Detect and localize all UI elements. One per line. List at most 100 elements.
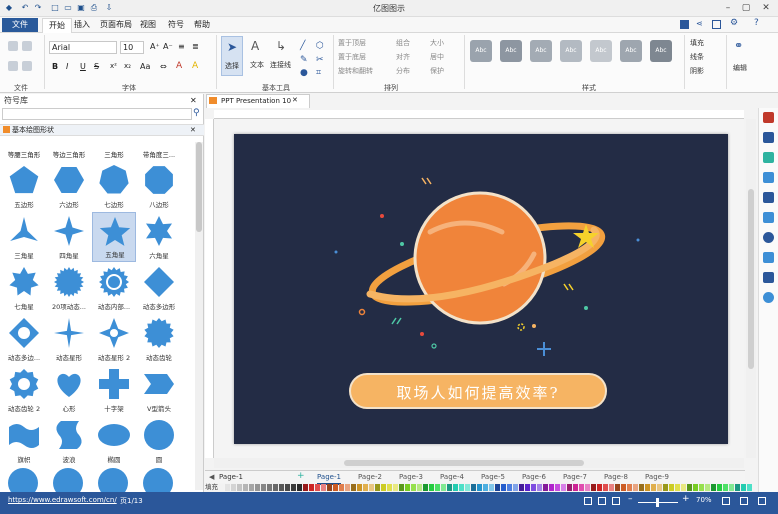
shape-item[interactable]: 动态多边... — [2, 314, 46, 364]
color-swatch[interactable] — [483, 484, 488, 491]
color-swatch[interactable] — [351, 484, 356, 491]
tab-symbols[interactable]: 符号 — [162, 18, 190, 33]
crop-icon[interactable]: ⌗ — [316, 68, 321, 78]
shape-item[interactable]: 20项动态... — [47, 263, 91, 313]
color-swatch[interactable] — [729, 484, 734, 491]
canvas-horizontal-scrollbar[interactable] — [214, 458, 744, 468]
shape-item[interactable]: 六边形 — [47, 161, 91, 211]
minimize-icon[interactable]: – — [722, 2, 734, 14]
text-case-icon[interactable]: Aa — [140, 62, 150, 71]
zoom-in-icon[interactable]: + — [682, 494, 690, 504]
strikethrough-icon[interactable]: S — [94, 62, 99, 71]
bold-icon[interactable]: B — [52, 62, 58, 71]
color-swatch[interactable] — [453, 484, 458, 491]
color-swatch[interactable] — [735, 484, 740, 491]
full-screen-icon[interactable] — [612, 497, 620, 505]
style-preset-button[interactable]: Abc — [620, 40, 642, 62]
color-swatch[interactable] — [243, 484, 248, 491]
tab-page-layout[interactable]: 页面布局 — [94, 18, 138, 33]
color-swatch[interactable] — [651, 484, 656, 491]
list-panel-icon[interactable] — [763, 212, 774, 223]
style-preset-button[interactable]: Abc — [470, 40, 492, 62]
shape-item[interactable]: 七边形 — [92, 161, 136, 211]
shape-label[interactable]: 三角形 — [92, 149, 136, 159]
color-swatch[interactable] — [267, 484, 272, 491]
color-swatch[interactable] — [669, 484, 674, 491]
color-swatch[interactable] — [249, 484, 254, 491]
distribute-button[interactable]: 分布 — [396, 66, 410, 76]
library-search-input[interactable] — [2, 108, 192, 120]
style-preset-button[interactable]: Abc — [650, 40, 672, 62]
layer-icon[interactable] — [763, 132, 774, 143]
color-swatch[interactable] — [723, 484, 728, 491]
line-tool-icon[interactable]: ╱ — [300, 41, 305, 51]
page-tab[interactable]: Page-2 — [358, 471, 382, 483]
shape-item[interactable]: 心形 — [47, 365, 91, 415]
center-button[interactable]: 居中 — [430, 52, 444, 62]
fullscreen-icon[interactable] — [712, 20, 721, 29]
page-tab[interactable]: Page-8 — [604, 471, 628, 483]
color-swatch[interactable] — [567, 484, 572, 491]
page-nav-icon[interactable]: ◀ — [209, 473, 214, 481]
color-swatch[interactable] — [315, 484, 320, 491]
color-swatch[interactable] — [537, 484, 542, 491]
color-swatch[interactable] — [279, 484, 284, 491]
shape-item[interactable]: 圆 — [137, 416, 181, 466]
color-swatch[interactable] — [555, 484, 560, 491]
group-button[interactable]: 组合 — [396, 38, 410, 48]
edit-button[interactable]: 编辑 — [733, 63, 747, 73]
color-swatch[interactable] — [645, 484, 650, 491]
color-swatch[interactable] — [525, 484, 530, 491]
send-to-back-button[interactable]: 置于底层 — [338, 52, 366, 62]
color-swatch[interactable] — [693, 484, 698, 491]
font-size-select[interactable]: 10 — [120, 41, 144, 54]
select-tool-button[interactable]: ➤ 选择 — [221, 36, 243, 76]
fill-panel-icon[interactable] — [763, 152, 774, 163]
page-tab[interactable]: Page-9 — [645, 471, 669, 483]
shape-item[interactable]: V型箭头 — [137, 365, 181, 415]
page-tab[interactable]: Page-3 — [399, 471, 423, 483]
help-panel-icon[interactable] — [763, 292, 774, 303]
slide-banner-text[interactable]: 取场人如何提高效率? — [352, 382, 604, 403]
color-swatch[interactable] — [435, 484, 440, 491]
close-icon[interactable]: ✕ — [760, 2, 772, 14]
color-swatch[interactable] — [687, 484, 692, 491]
color-swatch[interactable] — [333, 484, 338, 491]
color-swatch[interactable] — [549, 484, 554, 491]
color-swatch[interactable] — [273, 484, 278, 491]
color-swatch[interactable] — [531, 484, 536, 491]
shape-item[interactable]: 椭圆 — [92, 416, 136, 466]
color-swatch[interactable] — [705, 484, 710, 491]
text-spacing-icon[interactable]: ⇔ — [160, 62, 167, 71]
color-swatch[interactable] — [747, 484, 752, 491]
cut-icon[interactable] — [8, 41, 18, 51]
italic-icon[interactable]: I — [66, 62, 68, 71]
line-button[interactable]: 线条 — [690, 52, 704, 62]
color-swatch[interactable] — [615, 484, 620, 491]
shape-label[interactable]: 带角度三... — [137, 149, 181, 159]
color-swatch[interactable] — [255, 484, 260, 491]
shape-item[interactable]: 动态星形 — [47, 314, 91, 364]
color-swatch[interactable] — [339, 484, 344, 491]
slide[interactable]: 取场人如何提高效率? — [234, 134, 728, 444]
color-swatch[interactable] — [387, 484, 392, 491]
color-swatch[interactable] — [303, 484, 308, 491]
library-section-header[interactable]: 基本绘图形状 — [0, 124, 204, 136]
color-swatch[interactable] — [699, 484, 704, 491]
shape-item[interactable]: 四角星 — [47, 212, 91, 262]
scrollbar-thumb[interactable] — [344, 460, 584, 466]
color-swatch[interactable] — [621, 484, 626, 491]
color-swatch[interactable] — [261, 484, 266, 491]
shape-item[interactable]: 动态齿轮 — [137, 314, 181, 364]
shape-label[interactable]: 等腰三角形 — [2, 149, 46, 159]
shape-item[interactable]: 七角星 — [2, 263, 46, 313]
format-icon[interactable] — [763, 112, 774, 123]
bring-to-front-button[interactable]: 置于顶层 — [338, 38, 366, 48]
color-swatch[interactable] — [711, 484, 716, 491]
text-tool-button[interactable]: A 文本 — [247, 36, 269, 76]
shape-tool-icon[interactable]: ⬡ — [316, 41, 324, 51]
fit-window-icon[interactable] — [722, 497, 730, 505]
color-swatch[interactable] — [399, 484, 404, 491]
presentation-icon[interactable] — [680, 20, 689, 29]
style-preset-button[interactable]: Abc — [530, 40, 552, 62]
